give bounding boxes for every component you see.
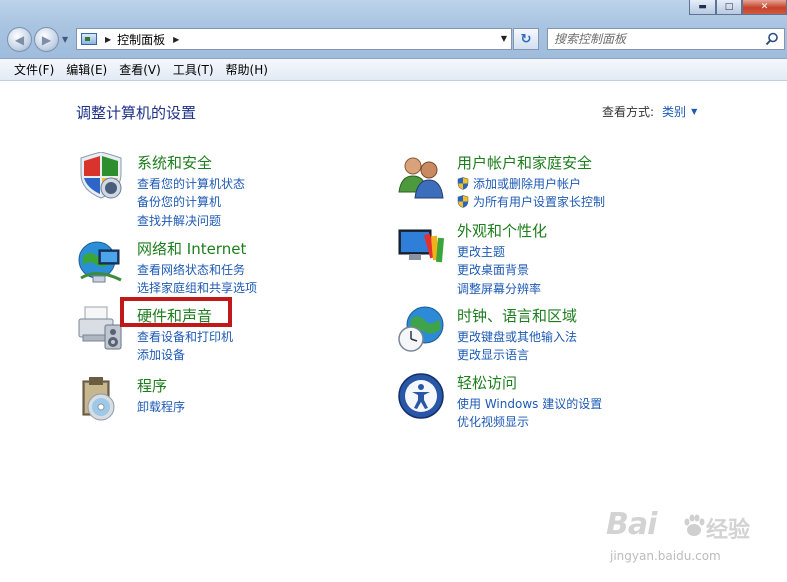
users-icon[interactable] (397, 152, 445, 200)
category-links: 卸载程序 (137, 397, 185, 416)
breadcrumb-arrow-icon[interactable]: ▶ (105, 35, 111, 44)
category-title-appearance[interactable]: 外观和个性化 (457, 220, 547, 241)
close-button[interactable]: ✕ (742, 0, 787, 15)
address-dropdown-icon[interactable]: ▼ (501, 34, 507, 43)
link-network-status[interactable]: 查看网络状态和任务 (137, 260, 257, 279)
link-label[interactable]: 为所有用户设置家长控制 (473, 193, 605, 210)
watermark-url: jingyan.baidu.com (610, 549, 721, 563)
category-links: 查看您的计算机状态 备份您的计算机 查找并解决问题 (137, 174, 245, 230)
network-icon[interactable] (77, 238, 125, 286)
menu-file[interactable]: 文件(F) (8, 61, 60, 78)
recent-pages-chevron-icon[interactable]: ▼ (62, 35, 68, 44)
category-title-network-internet[interactable]: 网络和 Internet (137, 238, 246, 259)
menu-view[interactable]: 查看(V) (113, 61, 167, 78)
link-optimize-video[interactable]: 优化视频显示 (457, 413, 602, 432)
search-icon[interactable] (765, 32, 779, 46)
uac-shield-icon (457, 176, 469, 190)
link-homegroup-sharing[interactable]: 选择家庭组和共享选项 (137, 279, 257, 298)
shield-icon[interactable] (77, 152, 125, 200)
highlight-box (120, 297, 232, 327)
link-change-input-method[interactable]: 更改键盘或其他输入法 (457, 327, 577, 346)
view-by-dropdown[interactable]: 类别 (662, 103, 686, 120)
refresh-icon: ↻ (520, 31, 532, 47)
back-button[interactable]: ◀ (7, 27, 32, 52)
address-bar[interactable]: ▶ 控制面板 ▶ ▼ (76, 28, 512, 50)
programs-icon[interactable] (77, 375, 125, 423)
category-title-system-security[interactable]: 系统和安全 (137, 152, 212, 173)
uac-shield-icon (457, 195, 469, 209)
menu-help[interactable]: 帮助(H) (220, 61, 274, 78)
paw-logo-icon (684, 514, 705, 536)
display-icon[interactable] (397, 220, 445, 268)
category-links: 更改键盘或其他输入法 更改显示语言 (457, 327, 577, 364)
link-add-device[interactable]: 添加设备 (137, 346, 233, 365)
link-desktop-background[interactable]: 更改桌面背景 (457, 261, 541, 280)
minimize-button[interactable]: ▬ (689, 0, 716, 15)
chevron-down-icon[interactable]: ▼ (691, 107, 697, 116)
category-title-user-accounts[interactable]: 用户帐户和家庭安全 (457, 152, 592, 173)
category-title-clock-language-region[interactable]: 时钟、语言和区域 (457, 305, 577, 326)
ease-of-access-icon[interactable] (397, 372, 445, 420)
refresh-button[interactable]: ↻ (513, 28, 539, 50)
search-input[interactable] (554, 32, 759, 46)
category-links: 更改主题 更改桌面背景 调整屏幕分辨率 (457, 242, 541, 298)
menu-edit[interactable]: 编辑(E) (60, 61, 113, 78)
link-screen-resolution[interactable]: 调整屏幕分辨率 (457, 279, 541, 298)
watermark-brand-cn: 经验 (706, 518, 751, 543)
link-add-remove-accounts[interactable]: 添加或删除用户帐户 (457, 174, 605, 193)
breadcrumb-control-panel[interactable]: 控制面板 (117, 31, 165, 48)
maximize-button[interactable]: □ (716, 0, 742, 15)
link-uninstall-program[interactable]: 卸载程序 (137, 397, 185, 416)
category-links: 使用 Windows 建议的设置 优化视频显示 (457, 394, 602, 431)
view-by: 查看方式: 类别 ▼ (602, 103, 697, 120)
category-links: 查看设备和打印机 添加设备 (137, 327, 233, 364)
breadcrumb-arrow-icon[interactable]: ▶ (173, 35, 179, 44)
caption-buttons: ▬ □ ✕ (689, 0, 787, 15)
link-change-display-language[interactable]: 更改显示语言 (457, 346, 577, 365)
category-title-ease-of-access[interactable]: 轻松访问 (457, 372, 517, 393)
search-box[interactable] (547, 28, 785, 50)
page-title: 调整计算机的设置 (76, 104, 197, 122)
link-label[interactable]: 添加或删除用户帐户 (473, 175, 581, 192)
clock-globe-icon[interactable] (397, 305, 445, 353)
control-panel-icon (81, 33, 97, 45)
link-troubleshoot[interactable]: 查找并解决问题 (137, 211, 245, 230)
category-title-programs[interactable]: 程序 (137, 375, 167, 396)
link-parental-controls[interactable]: 为所有用户设置家长控制 (457, 193, 605, 212)
category-links: 查看网络状态和任务 选择家庭组和共享选项 (137, 260, 257, 297)
menu-bar: 文件(F) 编辑(E) 查看(V) 工具(T) 帮助(H) (0, 59, 787, 81)
window-titlebar: ▬ □ ✕ ◀ ▶ ▼ ▶ 控制面板 ▶ ▼ ↻ (0, 0, 787, 59)
link-change-theme[interactable]: 更改主题 (457, 242, 541, 261)
link-devices-printers[interactable]: 查看设备和打印机 (137, 327, 233, 346)
printer-icon[interactable] (77, 305, 125, 353)
link-recommended-settings[interactable]: 使用 Windows 建议的设置 (457, 394, 602, 413)
watermark: Bai 经验 jingyan.baidu.com (606, 507, 756, 575)
link-view-computer-status[interactable]: 查看您的计算机状态 (137, 174, 245, 193)
view-by-label: 查看方式: (602, 105, 655, 119)
watermark-brand: Bai (606, 507, 657, 542)
forward-button[interactable]: ▶ (34, 27, 59, 52)
menu-tools[interactable]: 工具(T) (167, 61, 220, 78)
category-links: 添加或删除用户帐户 为所有用户设置家长控制 (457, 174, 605, 211)
link-backup-computer[interactable]: 备份您的计算机 (137, 193, 245, 212)
